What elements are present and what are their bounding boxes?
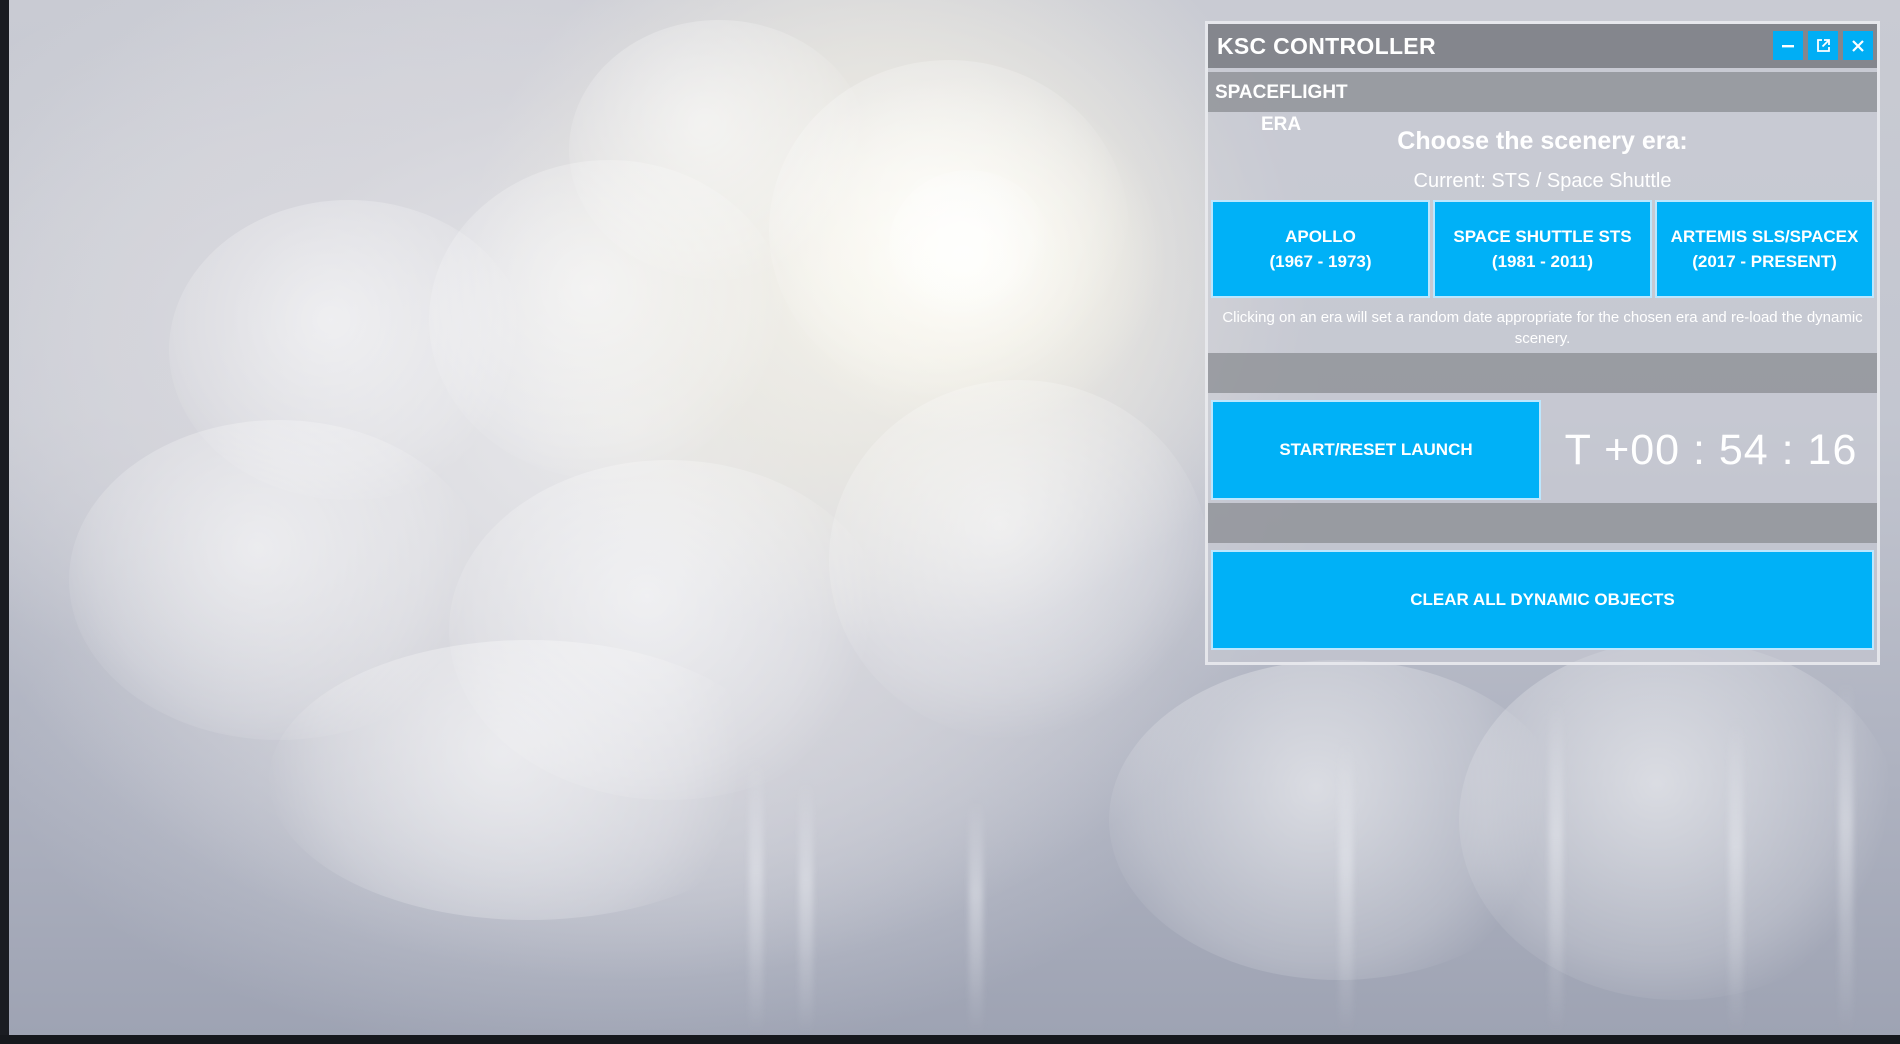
launch-timer: T +00 : 54 : 16 (1564, 425, 1858, 474)
cloud-puff (1459, 640, 1899, 1000)
era-button-space-shuttle[interactable]: SPACE SHUTTLE STS (1981 - 2011) (1433, 200, 1652, 298)
close-button[interactable] (1843, 31, 1873, 60)
era-button-years: (2017 - PRESENT) (1692, 252, 1837, 271)
panel-title: KSC CONTROLLER (1217, 33, 1436, 59)
era-button-label: APOLLO (1285, 227, 1356, 246)
minimize-icon (1781, 39, 1795, 53)
era-button-years: (1981 - 2011) (1491, 252, 1594, 271)
divider-bar (1208, 353, 1877, 393)
current-era-text: Current: STS / Space Shuttle (1413, 170, 1672, 192)
bottom-edge-strip (0, 1035, 1900, 1044)
era-button-artemis[interactable]: ARTEMIS SLS/SPACEX (2017 - PRESENT) (1655, 200, 1874, 298)
era-button-label: SPACE SHUTTLE STS (1453, 227, 1632, 246)
era-button-apollo[interactable]: APOLLO (1967 - 1973) (1211, 200, 1430, 298)
close-icon (1851, 39, 1865, 53)
cloud-streak (1549, 700, 1563, 1035)
era-button-label: ARTEMIS SLS/SPACEX (1670, 227, 1859, 246)
external-window-icon (1816, 38, 1831, 53)
cloud-puff (829, 380, 1209, 740)
section-header: SPACEFLIGHT (1208, 72, 1877, 112)
cloud-streak (749, 760, 763, 1035)
cloud-streak (1729, 720, 1743, 1035)
cloud-streak (1339, 740, 1353, 1035)
era-heading: Choose the scenery era: (1397, 127, 1688, 155)
cloud-streak (799, 780, 813, 1035)
divider-bar (1208, 503, 1877, 543)
section-label: SPACEFLIGHT (1215, 82, 1348, 103)
start-reset-launch-button[interactable]: START/RESET LAUNCH (1211, 400, 1541, 500)
clear-dynamic-objects-button[interactable]: CLEAR ALL DYNAMIC OBJECTS (1211, 550, 1874, 650)
cloud-puff (889, 170, 1049, 320)
panel-titlebar[interactable]: KSC CONTROLLER (1208, 24, 1877, 68)
era-button-years: (1967 - 1973) (1269, 252, 1372, 271)
cloud-streak (969, 800, 983, 1035)
cloud-puff (269, 640, 789, 920)
popout-button[interactable] (1808, 31, 1838, 60)
cloud-streak (1839, 680, 1853, 1035)
minimize-button[interactable] (1773, 31, 1803, 60)
ksc-controller-panel: KSC CONTROLLER SPACEFLIGHT ERA Choose th… (1205, 21, 1880, 665)
era-note: Clicking on an era will set a random dat… (1222, 309, 1863, 347)
game-viewport: KSC CONTROLLER SPACEFLIGHT ERA Choose th… (0, 0, 1900, 1044)
left-edge-strip (0, 0, 9, 1044)
